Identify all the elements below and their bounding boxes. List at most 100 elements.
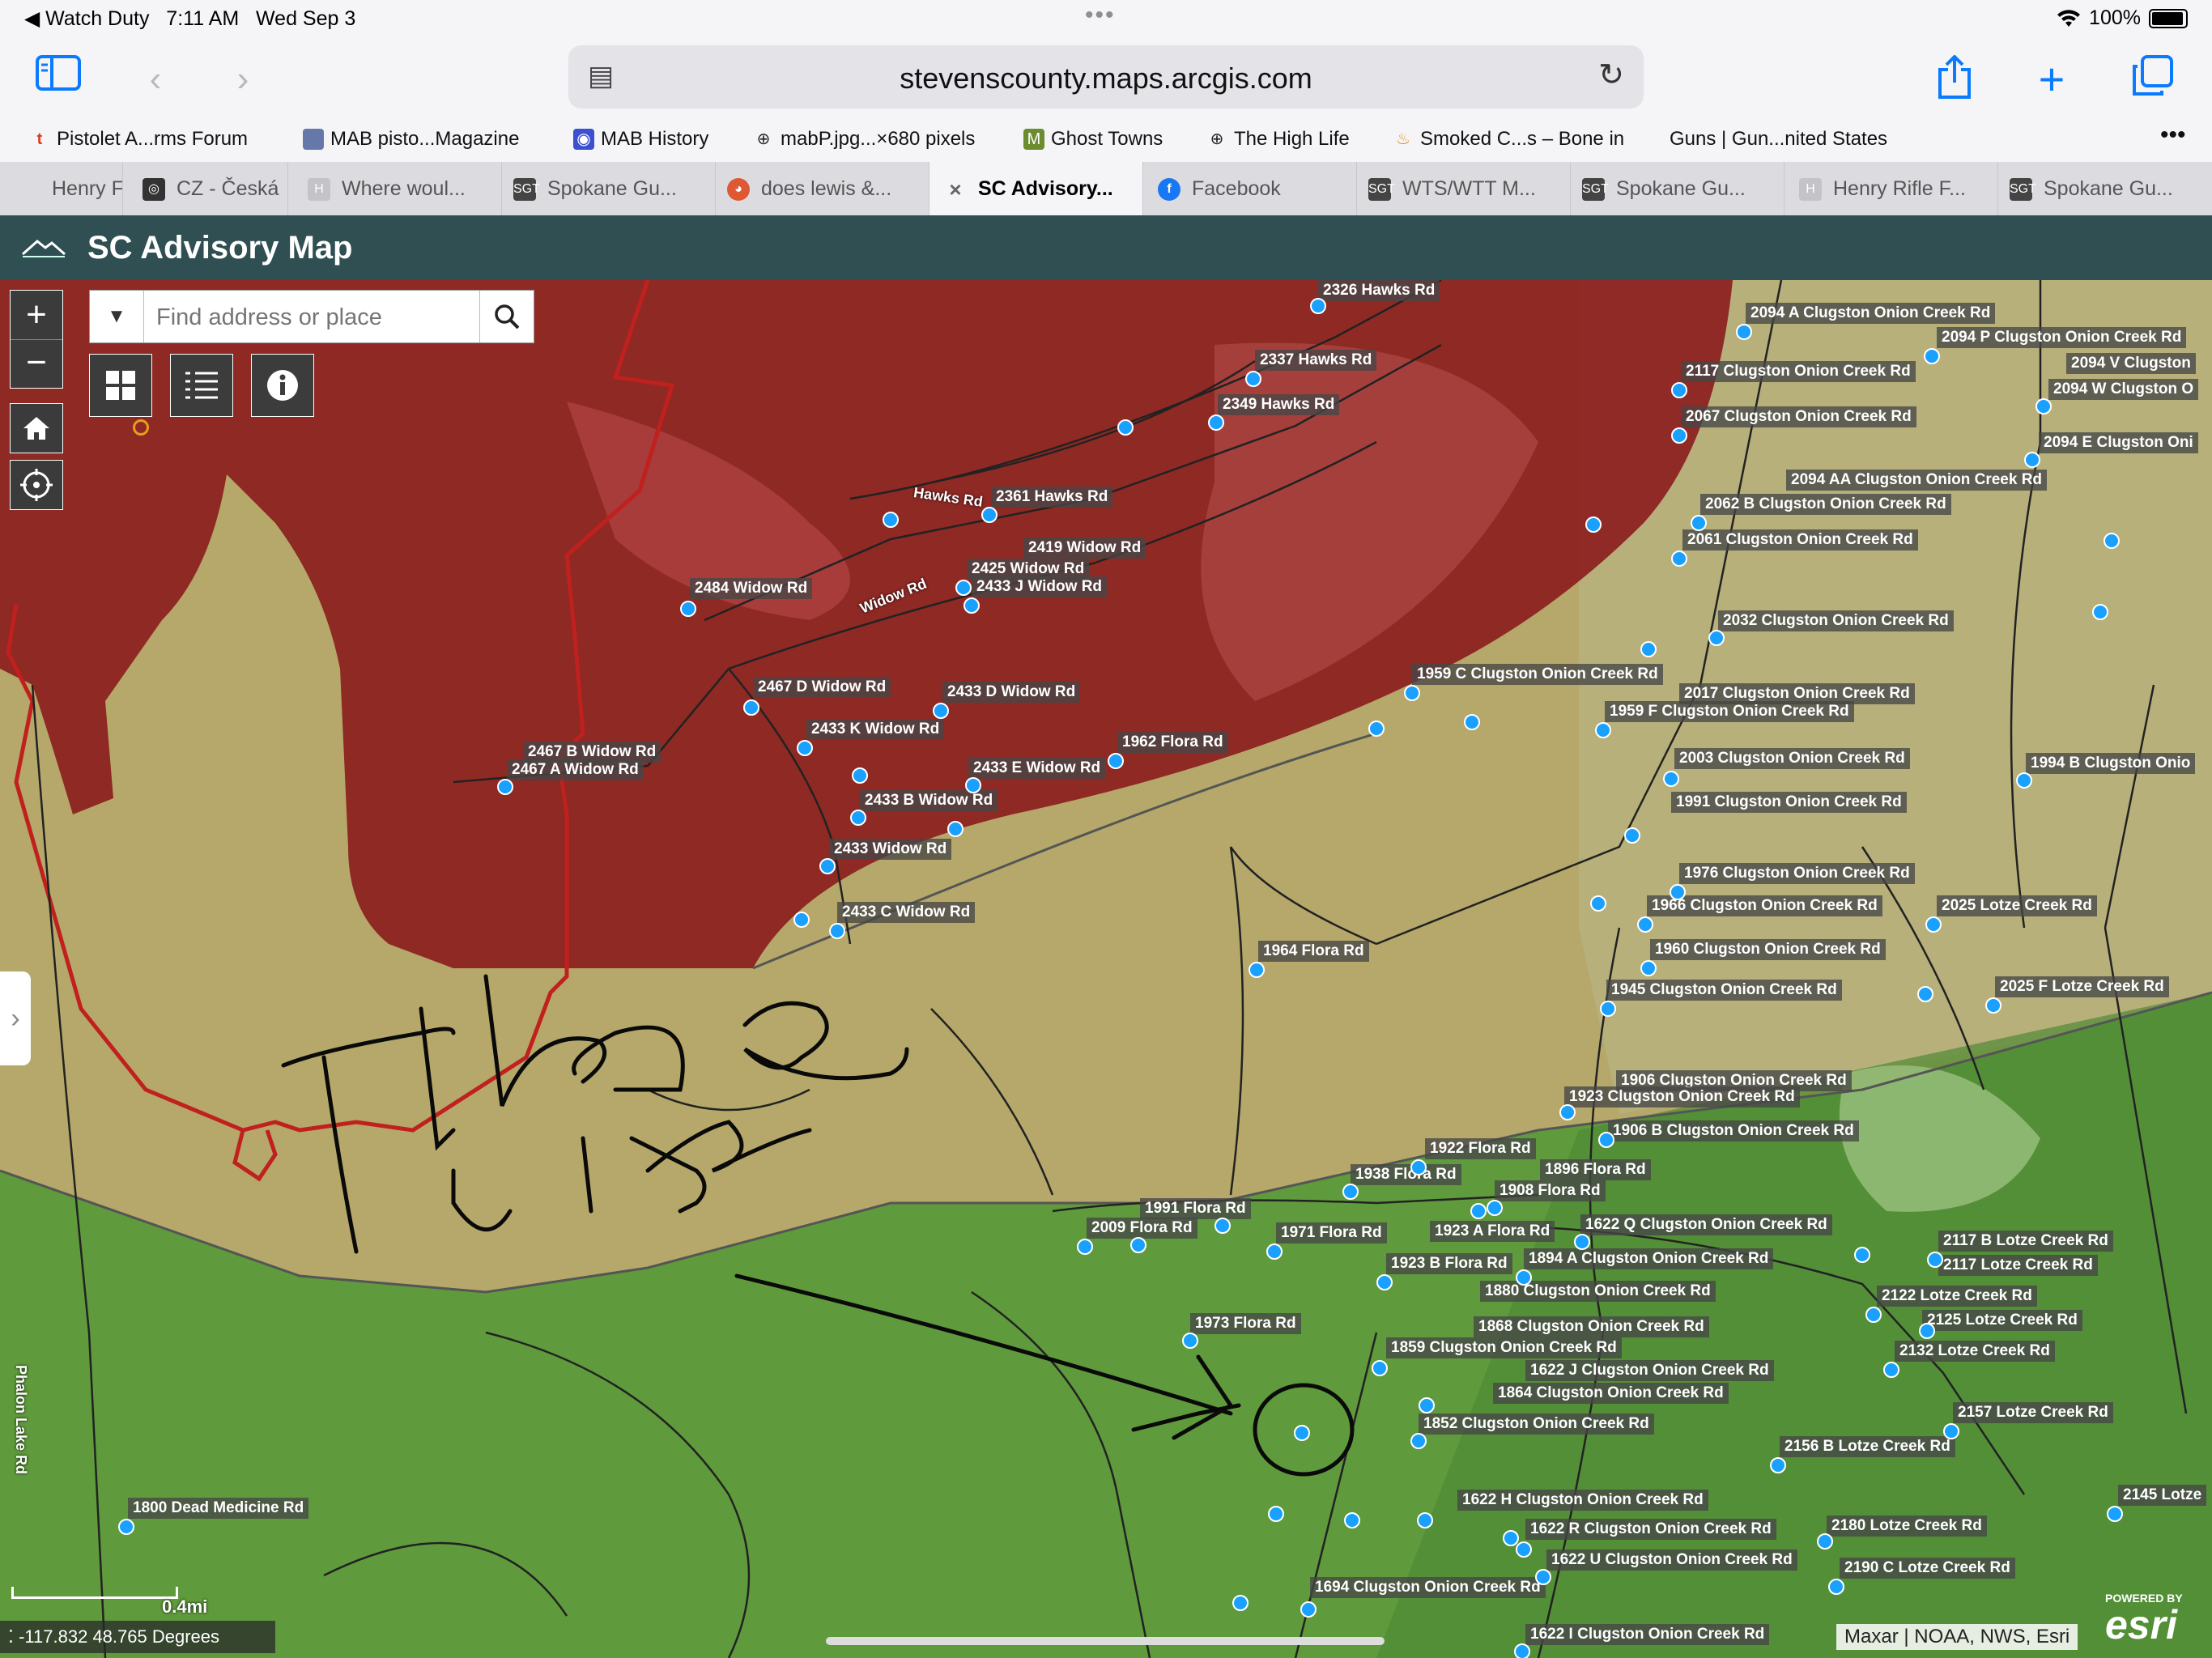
address-label[interactable]: 1971 Flora Rd (1276, 1222, 1387, 1244)
house-pin-icon[interactable] (1266, 1244, 1283, 1260)
house-pin-icon[interactable] (1310, 298, 1326, 314)
address-label[interactable]: 1923 B Flora Rd (1386, 1253, 1512, 1274)
house-pin-icon[interactable] (1854, 1247, 1870, 1263)
house-pin-icon[interactable] (1514, 1643, 1530, 1658)
house-pin-icon[interactable] (1817, 1533, 1833, 1550)
house-pin-icon[interactable] (1585, 517, 1602, 533)
house-pin-icon[interactable] (1376, 1274, 1393, 1290)
address-label[interactable]: 1868 Clugston Onion Creek Rd (1474, 1316, 1709, 1337)
house-pin-icon[interactable] (1919, 1323, 1935, 1339)
url-text[interactable]: stevenscounty.maps.arcgis.com (568, 62, 1644, 96)
house-pin-icon[interactable] (1865, 1307, 1882, 1323)
address-label[interactable]: 2156 B Lotze Creek Rd (1780, 1436, 1955, 1457)
tab-henry[interactable]: Henry F (0, 162, 123, 215)
house-pin-icon[interactable] (1925, 916, 1942, 933)
house-pin-icon[interactable] (1708, 630, 1725, 646)
info-button[interactable] (251, 354, 314, 417)
house-pin-icon[interactable] (1535, 1569, 1551, 1585)
address-label[interactable]: 2433 B Widow Rd (860, 790, 998, 811)
address-label[interactable]: 2094 E Clugston Oni (2039, 432, 2198, 453)
reload-icon[interactable]: ↻ (1598, 57, 1624, 93)
house-pin-icon[interactable] (1130, 1237, 1146, 1253)
house-pin-icon[interactable] (1487, 1200, 1503, 1216)
house-pin-icon[interactable] (1624, 827, 1640, 844)
house-pin-icon[interactable] (1214, 1218, 1231, 1234)
house-pin-icon[interactable] (1268, 1506, 1284, 1522)
address-label[interactable]: 1622 I Clugston Onion Creek Rd (1525, 1624, 1770, 1645)
house-pin-icon[interactable] (850, 810, 866, 826)
favorite-link[interactable]: ⊕ mabP.jpg...×680 pixels (753, 128, 976, 151)
address-label[interactable]: 1622 H Clugston Onion Creek Rd (1457, 1490, 1708, 1511)
house-pin-icon[interactable] (1372, 1360, 1388, 1376)
house-pin-icon[interactable] (1600, 1001, 1616, 1017)
house-pin-icon[interactable] (1985, 997, 2001, 1014)
address-label[interactable]: 2337 Hawks Rd (1255, 350, 1377, 371)
house-pin-icon[interactable] (1559, 1104, 1576, 1120)
house-pin-icon[interactable] (1640, 960, 1657, 976)
house-pin-icon[interactable] (2016, 772, 2032, 789)
address-label[interactable]: 2062 B Clugston Onion Creek Rd (1700, 494, 1951, 515)
address-label[interactable]: 2122 Lotze Creek Rd (1877, 1286, 2037, 1307)
esri-logo[interactable]: POWERED BY esri (2105, 1592, 2183, 1645)
house-pin-icon[interactable] (1640, 641, 1657, 657)
address-label[interactable]: 2433 Widow Rd (829, 839, 952, 860)
house-pin-icon[interactable] (965, 777, 981, 793)
home-button[interactable] (10, 403, 63, 453)
address-label[interactable]: 1622 U Clugston Onion Creek Rd (1546, 1550, 1797, 1571)
house-pin-icon[interactable] (793, 912, 810, 928)
close-tab-icon[interactable]: × (944, 178, 967, 201)
house-pin-icon[interactable] (1828, 1579, 1844, 1595)
back-chevron-icon[interactable]: ‹ (131, 55, 180, 104)
address-label[interactable]: 2326 Hawks Rd (1318, 280, 1440, 301)
address-label[interactable]: 2094 V Clugston (2066, 353, 2196, 374)
favorite-link[interactable]: M Ghost Towns (1023, 128, 1163, 151)
house-pin-icon[interactable] (1404, 685, 1420, 701)
house-pin-icon[interactable] (1108, 753, 1124, 769)
address-label[interactable]: 1959 F Clugston Onion Creek Rd (1605, 701, 1854, 722)
address-label[interactable]: 1622 Q Clugston Onion Creek Rd (1580, 1214, 1832, 1235)
house-pin-icon[interactable] (1342, 1184, 1359, 1200)
address-label[interactable]: 1694 Clugston Onion Creek Rd (1310, 1577, 1546, 1598)
map-view[interactable]: Hawks Rd Widow Rd Phalon Lake Rd 2326 Ha… (0, 280, 2212, 1658)
house-pin-icon[interactable] (1927, 1252, 1943, 1268)
back-to-app-link[interactable]: ◀ Watch Duty (24, 7, 149, 30)
tabs-overview-icon[interactable] (2128, 55, 2176, 104)
tab-where-would[interactable]: H Where woul... (288, 162, 502, 215)
address-label[interactable]: 1800 Dead Medicine Rd (128, 1498, 309, 1519)
house-pin-icon[interactable] (1344, 1512, 1360, 1528)
address-label[interactable]: 2117 B Lotze Creek Rd (1938, 1231, 2113, 1252)
address-label[interactable]: 1880 Clugston Onion Creek Rd (1480, 1281, 1716, 1302)
favorite-link[interactable]: ⊕ The High Life (1206, 128, 1350, 151)
house-pin-icon[interactable] (1464, 714, 1480, 730)
house-pin-icon[interactable] (1208, 414, 1224, 431)
address-label[interactable]: 2094 W Clugston O (2048, 379, 2199, 400)
home-indicator[interactable] (826, 1637, 1385, 1645)
address-label[interactable]: 1896 Flora Rd (1540, 1159, 1651, 1180)
basemap-gallery-button[interactable] (89, 354, 152, 417)
house-pin-icon[interactable] (2107, 1506, 2123, 1522)
address-label[interactable]: 1964 Flora Rd (1258, 941, 1369, 962)
address-label[interactable]: 2125 Lotze Creek Rd (1922, 1310, 2082, 1331)
address-label[interactable]: 2094 P Clugston Onion Creek Rd (1937, 327, 2187, 348)
house-pin-icon[interactable] (947, 821, 963, 837)
house-pin-icon[interactable] (1770, 1457, 1786, 1473)
coordinate-readout[interactable]: ⁚ -117.832 48.765 Degrees (0, 1621, 275, 1653)
locate-button[interactable] (10, 460, 63, 510)
house-pin-icon[interactable] (1232, 1595, 1249, 1611)
address-label[interactable]: 1938 Flora Rd (1351, 1164, 1461, 1185)
address-label[interactable]: 2419 Widow Rd (1023, 538, 1146, 559)
house-pin-icon[interactable] (981, 507, 998, 523)
address-label[interactable]: 1923 Clugston Onion Creek Rd (1564, 1086, 1800, 1107)
house-pin-icon[interactable] (1410, 1159, 1427, 1175)
favorite-link[interactable]: t Pistolet A...rms Forum (29, 128, 248, 151)
tab-wts[interactable]: SGT WTS/WTT M... (1357, 162, 1571, 215)
address-label[interactable]: 2190 C Lotze Creek Rd (1840, 1558, 2015, 1579)
zoom-in-button[interactable]: + (11, 291, 62, 340)
address-label[interactable]: 1922 Flora Rd (1425, 1138, 1536, 1159)
address-label[interactable]: 1859 Clugston Onion Creek Rd (1386, 1337, 1622, 1358)
address-label[interactable]: 2157 Lotze Creek Rd (1953, 1402, 2113, 1423)
house-pin-icon[interactable] (1917, 986, 1933, 1002)
house-pin-icon[interactable] (1249, 962, 1265, 978)
house-pin-icon[interactable] (819, 858, 836, 874)
address-label[interactable]: 2117 Lotze Creek Rd (1938, 1255, 2098, 1276)
